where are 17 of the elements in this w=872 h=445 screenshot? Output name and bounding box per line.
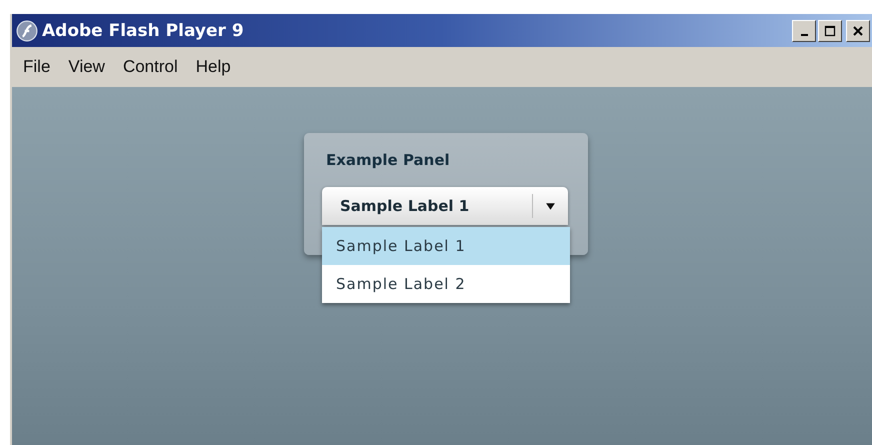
dropdown[interactable]: Sample Label 1 bbox=[322, 187, 568, 225]
dropdown-option[interactable]: Sample Label 2 bbox=[322, 265, 570, 303]
dropdown-option[interactable]: Sample Label 1 bbox=[322, 227, 570, 265]
maximize-icon bbox=[824, 24, 836, 36]
menu-item[interactable]: Control bbox=[116, 57, 185, 77]
close-icon bbox=[852, 24, 864, 36]
menu-item[interactable]: File bbox=[16, 57, 58, 77]
menu-item[interactable]: Help bbox=[188, 57, 238, 77]
menu-item[interactable]: View bbox=[61, 57, 112, 77]
caret-icon bbox=[545, 202, 556, 210]
minimize-icon bbox=[800, 34, 808, 36]
flash-logo-icon bbox=[16, 20, 38, 42]
panel-title: Example Panel bbox=[326, 151, 450, 169]
maximize-button[interactable] bbox=[818, 20, 842, 42]
minimize-button[interactable] bbox=[792, 20, 816, 42]
close-button[interactable] bbox=[846, 20, 870, 42]
window-title: Adobe Flash Player 9 bbox=[42, 20, 244, 40]
